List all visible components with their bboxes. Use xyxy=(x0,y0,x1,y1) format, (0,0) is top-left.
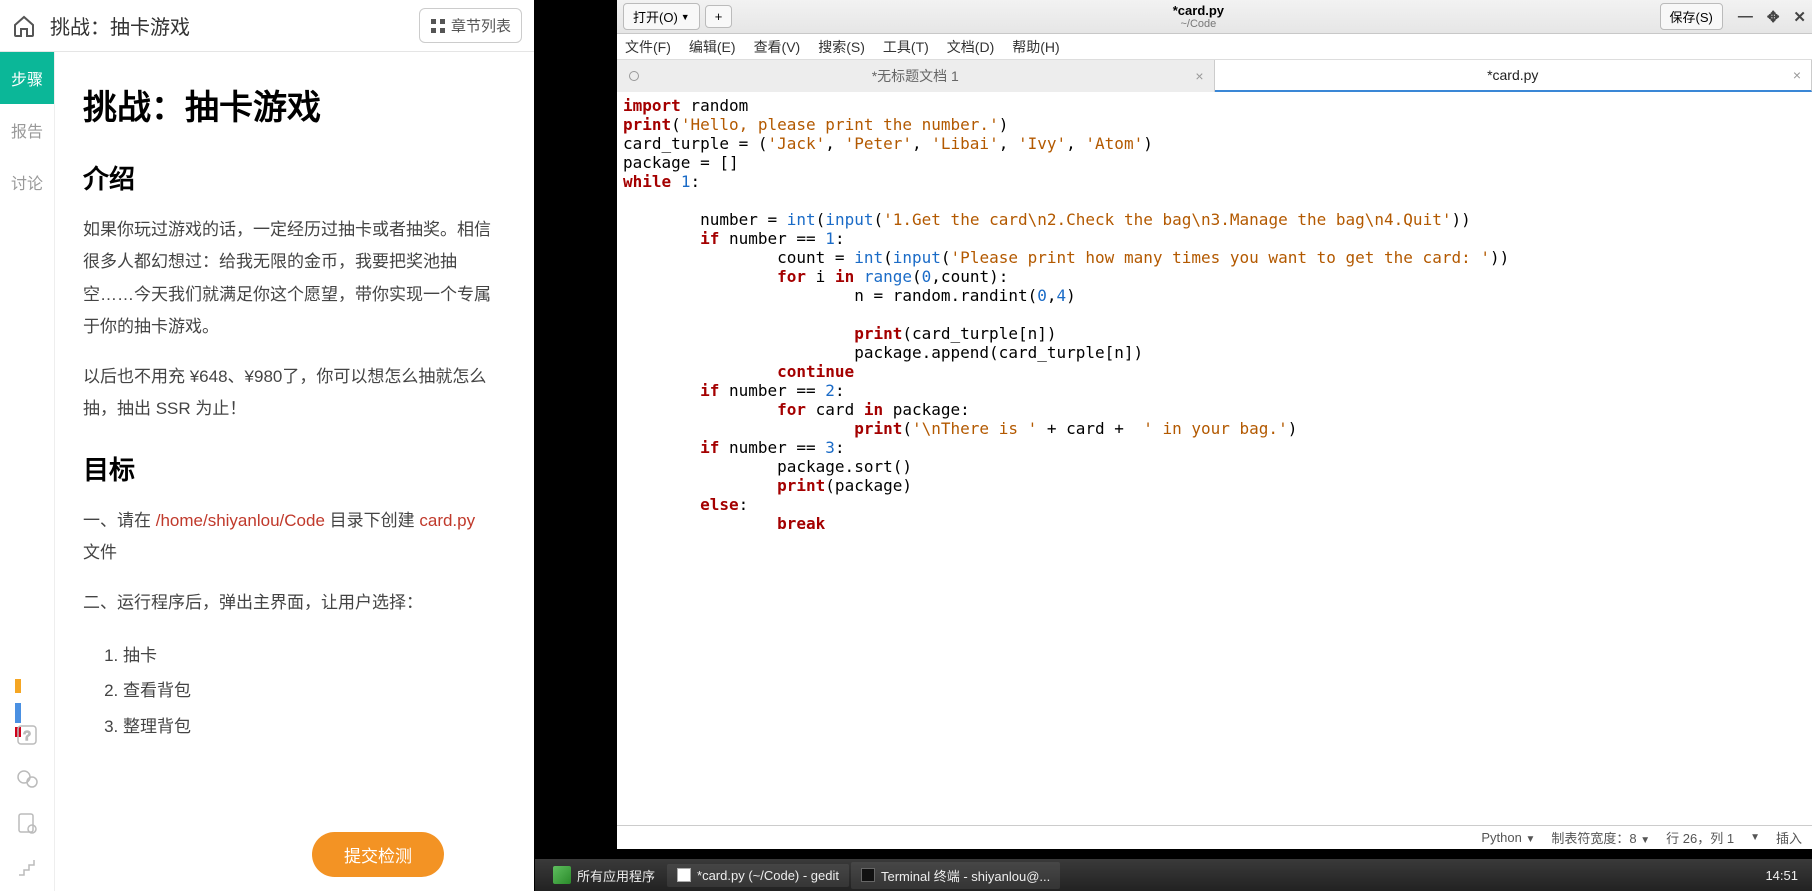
wechat-icon[interactable] xyxy=(15,767,39,791)
save-vm-icon[interactable] xyxy=(15,811,39,835)
maximize-icon[interactable]: ✥ xyxy=(1767,8,1780,26)
launcher-icon xyxy=(553,866,571,884)
rail-steps[interactable]: 步骤 xyxy=(0,52,54,104)
intro-text-2: 以后也不用充 ¥648、¥980了，你可以想怎么抽就怎么抽，抽出 SSR 为止！ xyxy=(83,361,496,426)
breadcrumb: 挑战：抽卡游戏 xyxy=(50,11,419,40)
minimize-icon[interactable]: — xyxy=(1738,8,1753,26)
editor-tab-cardpy[interactable]: *card.py× xyxy=(1215,60,1812,92)
help-icon[interactable]: ? xyxy=(15,723,39,747)
intro-heading: 介绍 xyxy=(83,159,496,196)
status-tabwidth[interactable]: 制表符宽度：8 ▼ xyxy=(1551,828,1650,847)
stairs-icon[interactable] xyxy=(15,855,39,879)
code-editor[interactable]: import random print('Hello, please print… xyxy=(617,92,1812,825)
menubar: 文件(F) 编辑(E) 查看(V) 搜索(S) 工具(T) 文档(D) 帮助(H… xyxy=(617,34,1812,60)
status-language[interactable]: Python ▼ xyxy=(1481,830,1535,845)
page-title: 挑战：抽卡游戏 xyxy=(83,80,496,129)
open-button[interactable]: 打开(O)▼ xyxy=(623,3,700,30)
intro-text-1: 如果你玩过游戏的话，一定经历过抽卡或者抽奖。相信很多人都幻想过：给我无限的金币，… xyxy=(83,214,496,343)
close-icon[interactable]: ✕ xyxy=(1793,8,1806,26)
grid-icon xyxy=(430,18,446,34)
file-icon xyxy=(677,868,691,882)
taskbar-launcher[interactable]: 所有应用程序 xyxy=(543,862,665,889)
taskbar-gedit[interactable]: *card.py (~/Code) - gedit xyxy=(667,864,849,887)
status-insert[interactable]: 插入 xyxy=(1776,828,1802,847)
menu-help[interactable]: 帮助(H) xyxy=(1012,37,1059,57)
goal-text-1: 一、请在 /home/shiyanlou/Code 目录下创建 card.py … xyxy=(83,505,496,570)
statusbar: Python ▼ 制表符宽度：8 ▼ 行 26，列 1▼ 插入 xyxy=(617,825,1812,849)
menu-documents[interactable]: 文档(D) xyxy=(947,37,994,57)
menu-file[interactable]: 文件(F) xyxy=(625,37,671,57)
terminal-icon xyxy=(861,868,875,882)
taskbar-clock[interactable]: 14:51 xyxy=(1759,868,1804,883)
list-item: 整理背包 xyxy=(123,709,496,745)
submit-button[interactable]: 提交检测 xyxy=(312,832,444,877)
menu-edit[interactable]: 编辑(E) xyxy=(689,37,736,57)
modified-dot-icon xyxy=(629,71,639,81)
chapter-list-button[interactable]: 章节列表 xyxy=(419,8,522,43)
menu-search[interactable]: 搜索(S) xyxy=(818,37,865,57)
tab-close-icon[interactable]: × xyxy=(1195,68,1203,84)
save-button[interactable]: 保存(S) xyxy=(1660,3,1723,30)
menu-view[interactable]: 查看(V) xyxy=(754,37,801,57)
desktop: 打开(O)▼ + *card.py ~/Code 保存(S) — ✥ ✕ 文件(… xyxy=(535,0,1812,891)
rank-icon[interactable] xyxy=(15,679,39,703)
goal-heading: 目标 xyxy=(83,450,496,487)
list-item: 抽卡 xyxy=(123,638,496,674)
side-rail: 步骤 报告 讨论 ? xyxy=(0,52,55,891)
new-tab-button[interactable]: + xyxy=(705,5,733,28)
svg-text:?: ? xyxy=(23,728,30,743)
goal-options: 抽卡 查看背包 整理背包 xyxy=(123,638,496,745)
gedit-window: 打开(O)▼ + *card.py ~/Code 保存(S) — ✥ ✕ 文件(… xyxy=(617,0,1812,849)
article-content[interactable]: 挑战：抽卡游戏 介绍 如果你玩过游戏的话，一定经历过抽卡或者抽奖。相信很多人都幻… xyxy=(55,52,534,891)
editor-tab-untitled[interactable]: *无标题文档 1× xyxy=(617,60,1215,92)
taskbar-terminal[interactable]: Terminal 终端 - shiyanlou@... xyxy=(851,862,1060,889)
rail-report[interactable]: 报告 xyxy=(0,104,54,156)
rail-discuss[interactable]: 讨论 xyxy=(0,156,54,208)
home-icon[interactable] xyxy=(12,14,36,38)
taskbar: 所有应用程序 *card.py (~/Code) - gedit Termina… xyxy=(535,859,1812,891)
list-item: 查看背包 xyxy=(123,673,496,709)
editor-tabs: *无标题文档 1× *card.py× xyxy=(617,60,1812,92)
window-title: *card.py ~/Code xyxy=(737,3,1659,30)
menu-tools[interactable]: 工具(T) xyxy=(883,37,929,57)
titlebar[interactable]: 打开(O)▼ + *card.py ~/Code 保存(S) — ✥ ✕ xyxy=(617,0,1812,34)
status-position: 行 26，列 1 xyxy=(1666,828,1734,847)
tab-close-icon[interactable]: × xyxy=(1793,67,1801,83)
goal-text-2: 二、运行程序后，弹出主界面，让用户选择： xyxy=(83,587,496,619)
